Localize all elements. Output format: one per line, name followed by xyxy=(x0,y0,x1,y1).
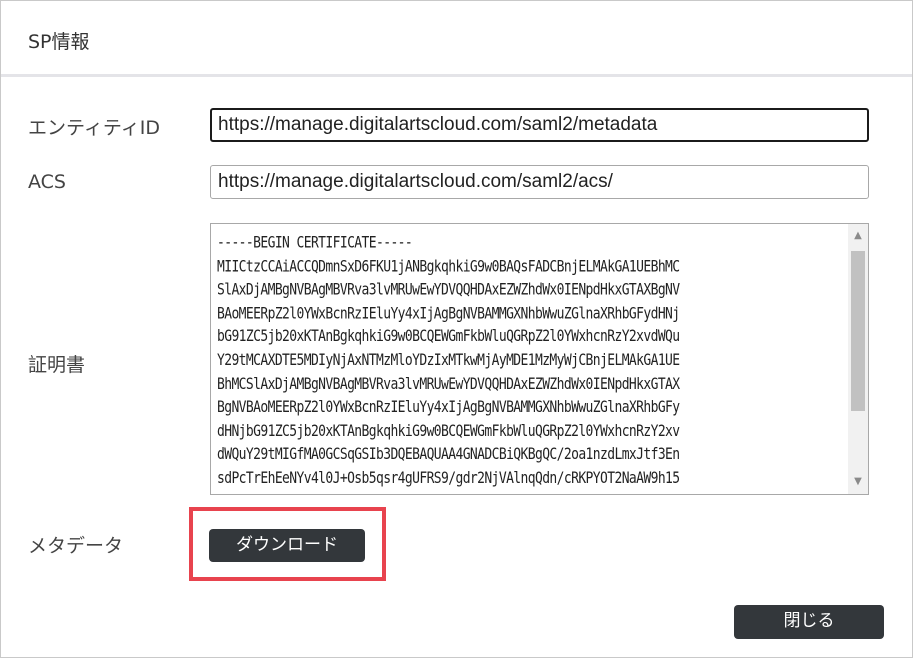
acs-label: ACS xyxy=(28,171,66,193)
certificate-line: BhMCSlAxDjAMBgNVBAgMBVRva3lvMRUwEwYDVQQH… xyxy=(217,375,680,394)
sp-info-dialog: SP情報 エンティティID https://manage.digitalarts… xyxy=(0,0,913,658)
acs-field[interactable]: https://manage.digitalartscloud.com/saml… xyxy=(210,165,869,199)
metadata-label: メタデータ xyxy=(28,535,124,557)
certificate-line: MIICtzCCAiACCQDmnSxD6FKU1jANBgkqhkiG9w0B… xyxy=(217,257,680,276)
scroll-down-arrow-icon[interactable]: ▼ xyxy=(848,472,868,492)
certificate-line: YH4bG3kUTsMQvJxscmUdm+m3P7s6ZSs+1QbJh1Sw… xyxy=(217,491,849,494)
close-button[interactable]: 閉じる xyxy=(734,605,884,639)
download-button[interactable]: ダウンロード xyxy=(209,529,365,562)
certificate-scrollbar[interactable]: ▲ ▼ xyxy=(848,224,868,494)
entity-id-field[interactable]: https://manage.digitalartscloud.com/saml… xyxy=(210,108,869,142)
certificate-line: SlAxDjAMBgNVBAgMBVRva3lvMRUwEwYDVQQHDAxE… xyxy=(217,281,680,300)
scroll-up-arrow-icon[interactable]: ▲ xyxy=(848,226,868,246)
certificate-line: BgNVBAoMEERpZ2l0YWxBcnRzIEluYy4xIjAgBgNV… xyxy=(217,398,680,417)
dialog-title: SP情報 xyxy=(28,31,90,53)
entity-id-label: エンティティID xyxy=(28,117,160,139)
certificate-line: -----BEGIN CERTIFICATE----- xyxy=(217,234,413,253)
certificate-text: -----BEGIN CERTIFICATE----- MIICtzCCAiACC… xyxy=(217,232,849,494)
certificate-line: dWQuY29tMIGfMA0GCSqGSIb3DQEBAQUAA4GNADCB… xyxy=(217,446,680,465)
scroll-thumb[interactable] xyxy=(851,251,865,411)
dialog-header: SP情報 xyxy=(1,1,912,77)
certificate-line: Y29tMCAXDTE5MDIyNjAxNTMzMloYDzIxMTkwMjAy… xyxy=(217,351,680,370)
certificate-line: bG91ZC5jb20xKTAnBgkqhkiG9w0BCQEWGmFkbWlu… xyxy=(217,328,680,347)
certificate-line: dHNjbG91ZC5jb20xKTAnBgkqhkiG9w0BCQEWGmFk… xyxy=(217,422,680,441)
certificate-label: 証明書 xyxy=(28,354,86,376)
certificate-line: sdPcTrEhEeNYv4l0J+Osb5qsr4gUFRS9/gdr2NjV… xyxy=(217,469,680,488)
certificate-line: BAoMEERpZ2l0YWxBcnRzIEluYy4xIjAgBgNVBAMM… xyxy=(217,304,680,323)
certificate-textarea[interactable]: -----BEGIN CERTIFICATE----- MIICtzCCAiACC… xyxy=(210,223,869,495)
